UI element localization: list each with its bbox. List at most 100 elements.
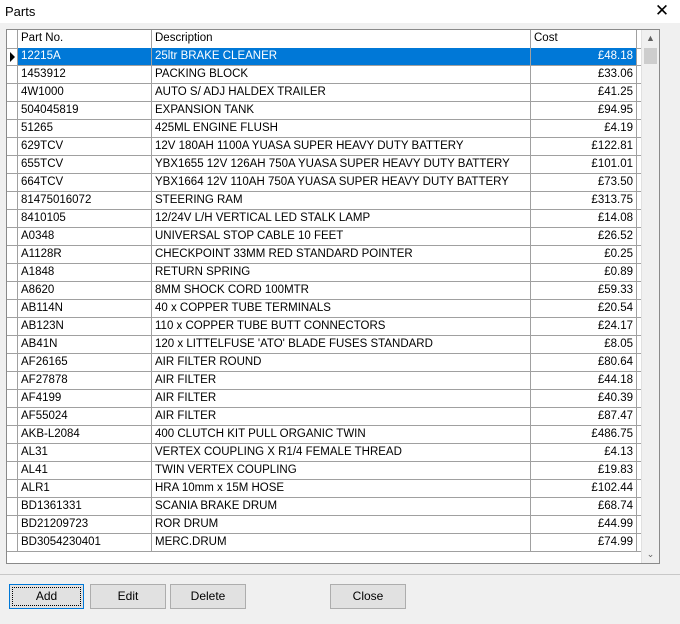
- cell-cost[interactable]: £486.75: [531, 426, 637, 443]
- cell-description[interactable]: RETURN SPRING: [152, 264, 531, 281]
- table-row[interactable]: AL31 VERTEX COUPLING X R1/4 FEMALE THREAD…: [7, 444, 643, 462]
- cell-part-no[interactable]: 81475016072: [18, 192, 152, 209]
- scroll-down-icon[interactable]: ⌄: [642, 546, 659, 563]
- cell-part-no[interactable]: AL41: [18, 462, 152, 479]
- table-row[interactable]: 51265 425ML ENGINE FLUSH £4.19: [7, 120, 643, 138]
- cell-part-no[interactable]: 504045819: [18, 102, 152, 119]
- cell-part-no[interactable]: BD1361331: [18, 498, 152, 515]
- cell-part-no[interactable]: AF27878: [18, 372, 152, 389]
- table-row[interactable]: AF26165 AIR FILTER ROUND £80.64: [7, 354, 643, 372]
- cell-description[interactable]: UNIVERSAL STOP CABLE 10 FEET: [152, 228, 531, 245]
- cell-description[interactable]: VERTEX COUPLING X R1/4 FEMALE THREAD: [152, 444, 531, 461]
- scroll-up-icon[interactable]: ▲: [642, 30, 659, 47]
- table-row[interactable]: AB41N 120 x LITTELFUSE 'ATO' BLADE FUSES …: [7, 336, 643, 354]
- cell-cost[interactable]: £0.89: [531, 264, 637, 281]
- cell-part-no[interactable]: AL31: [18, 444, 152, 461]
- cell-cost[interactable]: £87.47: [531, 408, 637, 425]
- row-selector[interactable]: [7, 534, 18, 551]
- cell-description[interactable]: EXPANSION TANK: [152, 102, 531, 119]
- table-row[interactable]: 629TCV 12V 180AH 1100A YUASA SUPER HEAVY …: [7, 138, 643, 156]
- cell-description[interactable]: 400 CLUTCH KIT PULL ORGANIC TWIN: [152, 426, 531, 443]
- add-button[interactable]: Add: [9, 584, 84, 609]
- cell-description[interactable]: ROR DRUM: [152, 516, 531, 533]
- cell-part-no[interactable]: AF26165: [18, 354, 152, 371]
- table-row[interactable]: AF27878 AIR FILTER £44.18: [7, 372, 643, 390]
- table-row[interactable]: 4W1000 AUTO S/ ADJ HALDEX TRAILER £41.25: [7, 84, 643, 102]
- row-selector[interactable]: [7, 246, 18, 263]
- parts-grid[interactable]: Part No. Description Cost 12215A 25ltr BR…: [6, 29, 660, 564]
- cell-description[interactable]: CHECKPOINT 33MM RED STANDARD POINTER: [152, 246, 531, 263]
- cell-description[interactable]: TWIN VERTEX COUPLING: [152, 462, 531, 479]
- table-row[interactable]: BD3054230401 MERC.DRUM £74.99: [7, 534, 643, 552]
- row-selector[interactable]: [7, 156, 18, 173]
- cell-cost[interactable]: £80.64: [531, 354, 637, 371]
- cell-part-no[interactable]: 4W1000: [18, 84, 152, 101]
- table-row[interactable]: 1453912 PACKING BLOCK £33.06: [7, 66, 643, 84]
- cell-cost[interactable]: £4.19: [531, 120, 637, 137]
- cell-description[interactable]: 12/24V L/H VERTICAL LED STALK LAMP: [152, 210, 531, 227]
- row-selector[interactable]: [7, 336, 18, 353]
- column-header-description[interactable]: Description: [152, 30, 531, 48]
- cell-part-no[interactable]: AB123N: [18, 318, 152, 335]
- cell-part-no[interactable]: A8620: [18, 282, 152, 299]
- cell-cost[interactable]: £0.25: [531, 246, 637, 263]
- edit-button[interactable]: Edit: [90, 584, 166, 609]
- cell-part-no[interactable]: 12215A: [18, 48, 152, 65]
- cell-description[interactable]: HRA 10mm x 15M HOSE: [152, 480, 531, 497]
- cell-cost[interactable]: £14.08: [531, 210, 637, 227]
- cell-description[interactable]: 25ltr BRAKE CLEANER: [152, 48, 531, 65]
- column-header-cost[interactable]: Cost: [531, 30, 637, 48]
- cell-description[interactable]: YBX1655 12V 126AH 750A YUASA SUPER HEAVY…: [152, 156, 531, 173]
- cell-description[interactable]: 120 x LITTELFUSE 'ATO' BLADE FUSES STAND…: [152, 336, 531, 353]
- cell-cost[interactable]: £26.52: [531, 228, 637, 245]
- cell-cost[interactable]: £73.50: [531, 174, 637, 191]
- cell-cost[interactable]: £74.99: [531, 534, 637, 551]
- row-selector[interactable]: [7, 48, 18, 65]
- cell-part-no[interactable]: AF4199: [18, 390, 152, 407]
- row-selector[interactable]: [7, 462, 18, 479]
- cell-description[interactable]: YBX1664 12V 110AH 750A YUASA SUPER HEAVY…: [152, 174, 531, 191]
- table-row[interactable]: BD1361331 SCANIA BRAKE DRUM £68.74: [7, 498, 643, 516]
- row-selector[interactable]: [7, 192, 18, 209]
- cell-part-no[interactable]: 664TCV: [18, 174, 152, 191]
- table-row[interactable]: 664TCV YBX1664 12V 110AH 750A YUASA SUPER…: [7, 174, 643, 192]
- table-row[interactable]: AB114N 40 x COPPER TUBE TERMINALS £20.54: [7, 300, 643, 318]
- row-selector[interactable]: [7, 390, 18, 407]
- cell-part-no[interactable]: 629TCV: [18, 138, 152, 155]
- cell-description[interactable]: AIR FILTER: [152, 390, 531, 407]
- column-header-part-no[interactable]: Part No.: [18, 30, 152, 48]
- cell-part-no[interactable]: BD3054230401: [18, 534, 152, 551]
- cell-cost[interactable]: £44.18: [531, 372, 637, 389]
- table-row[interactable]: 81475016072 STEERING RAM £313.75: [7, 192, 643, 210]
- table-row[interactable]: 8410105 12/24V L/H VERTICAL LED STALK LAM…: [7, 210, 643, 228]
- cell-part-no[interactable]: 51265: [18, 120, 152, 137]
- row-selector[interactable]: [7, 372, 18, 389]
- cell-cost[interactable]: £20.54: [531, 300, 637, 317]
- cell-part-no[interactable]: AB41N: [18, 336, 152, 353]
- row-selector[interactable]: [7, 102, 18, 119]
- cell-description[interactable]: AUTO S/ ADJ HALDEX TRAILER: [152, 84, 531, 101]
- table-row[interactable]: 12215A 25ltr BRAKE CLEANER £48.18: [7, 48, 643, 66]
- cell-description[interactable]: 425ML ENGINE FLUSH: [152, 120, 531, 137]
- cell-part-no[interactable]: A0348: [18, 228, 152, 245]
- cell-cost[interactable]: £122.81: [531, 138, 637, 155]
- table-row[interactable]: AF4199 AIR FILTER £40.39: [7, 390, 643, 408]
- cell-part-no[interactable]: AKB-L2084: [18, 426, 152, 443]
- cell-cost[interactable]: £40.39: [531, 390, 637, 407]
- row-selector[interactable]: [7, 444, 18, 461]
- table-row[interactable]: BD21209723 ROR DRUM £44.99: [7, 516, 643, 534]
- row-selector[interactable]: [7, 282, 18, 299]
- close-icon[interactable]: ✕: [652, 1, 672, 21]
- row-selector[interactable]: [7, 120, 18, 137]
- cell-cost[interactable]: £8.05: [531, 336, 637, 353]
- cell-part-no[interactable]: 1453912: [18, 66, 152, 83]
- row-selector[interactable]: [7, 516, 18, 533]
- row-selector[interactable]: [7, 300, 18, 317]
- row-selector[interactable]: [7, 138, 18, 155]
- cell-part-no[interactable]: ALR1: [18, 480, 152, 497]
- table-row[interactable]: 655TCV YBX1655 12V 126AH 750A YUASA SUPER…: [7, 156, 643, 174]
- row-selector[interactable]: [7, 480, 18, 497]
- cell-part-no[interactable]: AB114N: [18, 300, 152, 317]
- cell-cost[interactable]: £44.99: [531, 516, 637, 533]
- cell-description[interactable]: STEERING RAM: [152, 192, 531, 209]
